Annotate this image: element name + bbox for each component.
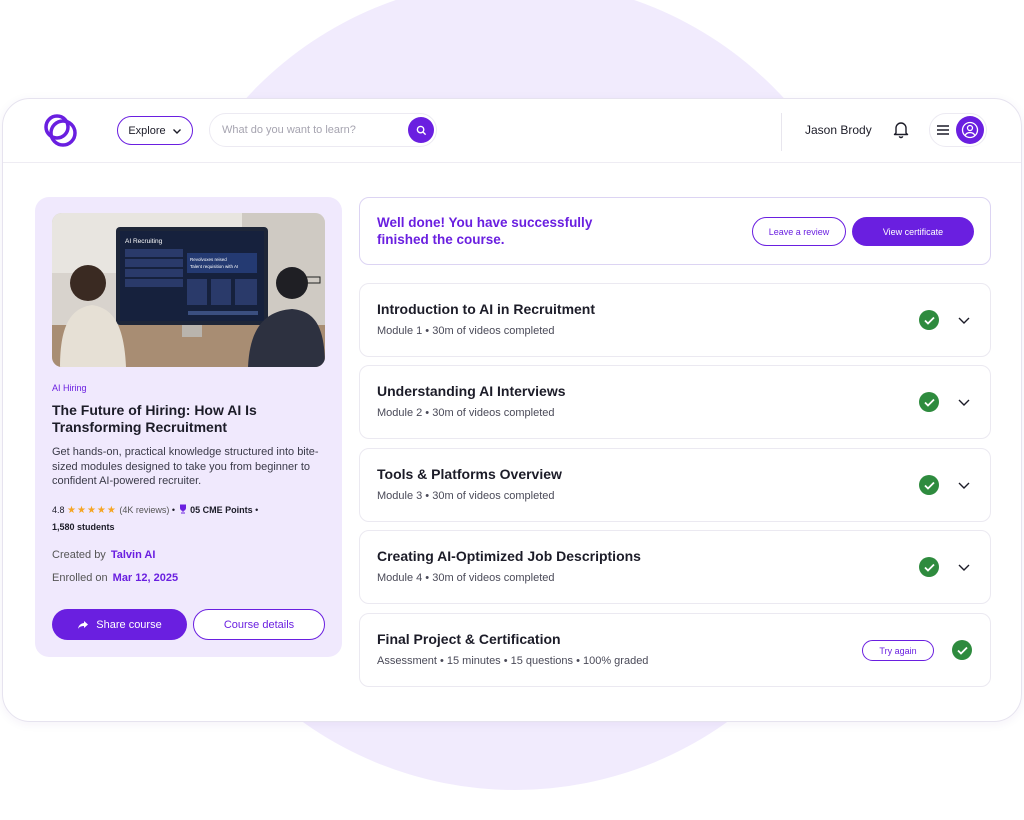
svg-text:Revolvoxes reised: Revolvoxes reised <box>190 257 227 262</box>
enrolled-label: Enrolled on <box>52 572 108 584</box>
chevron-down-icon[interactable] <box>957 313 971 327</box>
module-card[interactable]: Understanding AI Interviews Module 2 • 3… <box>359 365 991 439</box>
course-image: AI Recruiting Revolvoxes reised Talent r… <box>52 213 325 367</box>
app-window: Explore Jason Brody <box>2 98 1022 722</box>
share-course-button[interactable]: Share course <box>52 609 187 640</box>
module-subtitle: Module 3 • 30m of videos completed <box>377 490 555 502</box>
module-title: Tools & Platforms Overview <box>377 466 562 482</box>
course-details-button[interactable]: Course details <box>193 609 325 640</box>
share-course-label: Share course <box>96 618 162 631</box>
module-card[interactable]: Introduction to AI in Recruitment Module… <box>359 283 991 357</box>
check-icon <box>919 475 939 495</box>
enrolled-on: Enrolled on Mar 12, 2025 <box>52 572 178 584</box>
chevron-down-icon[interactable] <box>957 395 971 409</box>
search-icon <box>416 125 426 135</box>
module-card[interactable]: Creating AI-Optimized Job Descriptions M… <box>359 530 991 604</box>
student-count: 1,580 students <box>52 522 115 532</box>
module-card[interactable]: Tools & Platforms Overview Module 3 • 30… <box>359 448 991 522</box>
account-menu-button[interactable] <box>929 113 987 147</box>
chevron-down-icon <box>172 128 181 134</box>
course-image-illustration: AI Recruiting Revolvoxes reised Talent r… <box>52 213 325 367</box>
enrolled-value: Mar 12, 2025 <box>112 572 179 584</box>
module-title: Introduction to AI in Recruitment <box>377 301 596 317</box>
menu-icon <box>937 125 949 135</box>
completion-banner: Well done! You have successfully finishe… <box>359 197 991 265</box>
course-description: Get hands-on, practical knowledge struct… <box>52 446 319 487</box>
search-button[interactable] <box>408 117 434 143</box>
course-card: AI Recruiting Revolvoxes reised Talent r… <box>35 197 342 657</box>
final-project-subtitle: Assessment • 15 minutes • 15 questions •… <box>377 655 649 667</box>
explore-button[interactable]: Explore <box>117 116 193 145</box>
created-label: Created by <box>52 549 106 561</box>
header-divider <box>781 113 782 151</box>
final-project-title: Final Project & Certification <box>377 631 561 647</box>
user-name[interactable]: Jason Brody <box>805 123 872 137</box>
search-input[interactable] <box>222 124 402 136</box>
module-subtitle: Module 1 • 30m of videos completed <box>377 325 555 337</box>
view-certificate-button[interactable]: View certificate <box>852 217 974 246</box>
check-icon <box>952 640 972 660</box>
created-value[interactable]: Talvin AI <box>111 549 156 561</box>
leave-review-button[interactable]: Leave a review <box>752 217 846 246</box>
top-header: Explore Jason Brody <box>3 99 1021 163</box>
screen-title: AI Recruiting <box>125 238 163 245</box>
avatar <box>956 116 984 144</box>
final-project-card: Final Project & Certification Assessment… <box>359 613 991 687</box>
created-by: Created by Talvin AI <box>52 549 155 561</box>
chevron-down-icon[interactable] <box>957 560 971 574</box>
separator-dot: • <box>255 505 259 515</box>
chevron-down-icon[interactable] <box>957 478 971 492</box>
course-title: The Future of Hiring: How AI Is Transfor… <box>52 402 257 435</box>
completion-message: Well done! You have successfully finishe… <box>377 215 593 247</box>
module-subtitle: Module 4 • 30m of videos completed <box>377 572 555 584</box>
check-icon <box>919 310 939 330</box>
course-meta: 4.8 ★★★★★ (4K reviews) • 05 CME Points •… <box>52 502 324 536</box>
review-count[interactable]: (4K reviews) <box>119 505 169 515</box>
search-bar <box>209 113 437 147</box>
user-icon <box>961 121 979 139</box>
try-again-button[interactable]: Try again <box>862 640 934 661</box>
course-details-label: Course details <box>223 618 295 631</box>
check-icon <box>919 392 939 412</box>
module-title: Creating AI-Optimized Job Descriptions <box>377 548 641 564</box>
check-icon <box>919 557 939 577</box>
svg-text:Talent requisition with AI: Talent requisition with AI <box>190 264 238 269</box>
share-icon <box>78 620 89 629</box>
logo-icon[interactable] <box>41 111 81 151</box>
rating-stars: ★★★★★ <box>67 505 117 516</box>
cme-points: 05 CME Points <box>190 505 253 515</box>
module-title: Understanding AI Interviews <box>377 383 566 399</box>
bell-icon[interactable] <box>891 119 911 139</box>
trophy-icon <box>179 504 186 514</box>
rating-value: 4.8 <box>52 505 65 515</box>
explore-label: Explore <box>128 124 166 137</box>
module-subtitle: Module 2 • 30m of videos completed <box>377 407 555 419</box>
course-tag: AI Hiring <box>52 383 87 393</box>
